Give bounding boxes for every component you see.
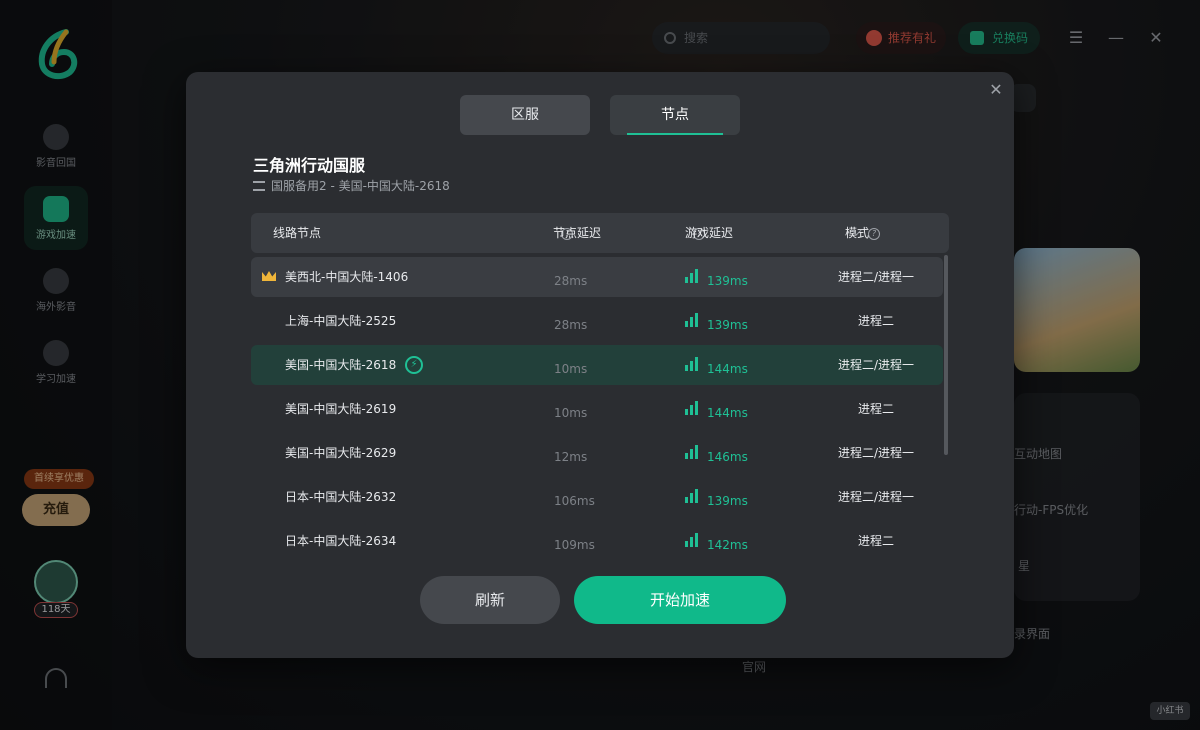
game-latency: 146ms <box>707 450 748 464</box>
table-row[interactable]: 日本-中国大陆-2632 106ms 139ms 进程二/进程一 <box>251 477 943 517</box>
table-row[interactable]: 美西北-中国大陆-1406 28ms 139ms 进程二/进程一 <box>251 257 943 297</box>
game-latency: 142ms <box>707 538 748 552</box>
column-header-node-latency: 节点延迟? <box>553 213 601 253</box>
node-name: 美国-中国大陆-2629 <box>285 446 397 460</box>
tab-node[interactable]: 节点 <box>610 95 740 135</box>
table-header: 线路节点 节点延迟? 游戏延迟? 模式? <box>251 213 949 253</box>
table-row[interactable]: 美国-中国大陆-2619 10ms 144ms 进程二 <box>251 389 943 429</box>
refresh-button[interactable]: 刷新 <box>420 576 560 624</box>
node-latency: 12ms <box>554 450 588 464</box>
node-latency: 106ms <box>554 494 595 508</box>
column-header-node: 线路节点 <box>273 226 322 240</box>
scrollbar[interactable] <box>944 255 948 455</box>
signal-icon <box>685 401 699 415</box>
column-header-game-latency-label: 游戏延迟 <box>685 226 734 240</box>
help-icon[interactable]: ? <box>868 228 880 240</box>
table-row-selected[interactable]: 美国-中国大陆-2618 ⚡ 10ms 144ms 进程二/进程一 <box>251 345 943 385</box>
crown-icon <box>262 271 276 281</box>
signal-icon <box>685 533 699 547</box>
node-mode: 进程二 <box>857 314 894 328</box>
game-latency: 139ms <box>707 494 748 508</box>
active-tab-indicator <box>627 133 723 135</box>
sliders-icon <box>253 181 265 191</box>
lightning-icon: ⚡ <box>405 356 423 374</box>
node-mode: 进程二/进程一 <box>837 270 915 284</box>
game-latency: 144ms <box>707 362 748 376</box>
node-name: 美西北-中国大陆-1406 <box>285 270 409 284</box>
tab-node-label: 节点 <box>661 107 689 123</box>
signal-icon <box>685 269 699 283</box>
table-row[interactable]: 上海-中国大陆-2525 28ms 139ms 进程二 <box>251 301 943 341</box>
signal-icon <box>685 445 699 459</box>
node-latency: 10ms <box>554 406 588 420</box>
node-selection-dialog: ✕ 区服 节点 三角洲行动国服 国服备用2 - 美国-中国大陆-2618 线路节… <box>186 72 1014 658</box>
game-latency: 139ms <box>707 274 748 288</box>
node-mode: 进程二 <box>857 534 894 548</box>
signal-icon <box>685 489 699 503</box>
signal-icon <box>685 357 699 371</box>
node-mode: 进程二/进程一 <box>837 358 915 372</box>
column-header-game-latency: 游戏延迟? <box>685 213 733 253</box>
column-header-node-latency-label: 节点延迟 <box>553 226 602 240</box>
start-acceleration-button[interactable]: 开始加速 <box>574 576 786 624</box>
current-selection-text: 国服备用2 - 美国-中国大陆-2618 <box>271 179 450 193</box>
node-list: 美西北-中国大陆-1406 28ms 139ms 进程二/进程一 上海-中国大陆… <box>251 257 943 561</box>
game-latency: 144ms <box>707 406 748 420</box>
signal-icon <box>685 313 699 327</box>
table-row[interactable]: 日本-中国大陆-2634 109ms 142ms 进程二 <box>251 521 943 561</box>
app-window: 影音回国 游戏加速 海外影音 学习加速 首续享优惠 充值 118天 搜索 推荐有… <box>0 0 1200 730</box>
current-selection: 国服备用2 - 美国-中国大陆-2618 <box>253 177 450 194</box>
node-name: 日本-中国大陆-2632 <box>285 490 397 504</box>
node-latency: 10ms <box>554 362 588 376</box>
node-latency: 28ms <box>554 274 588 288</box>
node-name: 美国-中国大陆-2619 <box>285 402 397 416</box>
column-header-mode[interactable]: 模式? <box>845 213 880 253</box>
node-name: 日本-中国大陆-2634 <box>285 534 397 548</box>
node-latency: 109ms <box>554 538 595 552</box>
close-icon[interactable]: ✕ <box>986 80 1006 100</box>
table-row[interactable]: 美国-中国大陆-2629 12ms 146ms 进程二/进程一 <box>251 433 943 473</box>
node-mode: 进程二/进程一 <box>837 446 915 460</box>
game-latency: 139ms <box>707 318 748 332</box>
node-mode: 进程二/进程一 <box>837 490 915 504</box>
node-name: 上海-中国大陆-2525 <box>285 314 397 328</box>
tab-region[interactable]: 区服 <box>460 95 590 135</box>
game-title: 三角洲行动国服 <box>253 156 366 175</box>
node-name: 美国-中国大陆-2618 <box>285 358 397 372</box>
node-mode: 进程二 <box>857 402 894 416</box>
node-latency: 28ms <box>554 318 588 332</box>
